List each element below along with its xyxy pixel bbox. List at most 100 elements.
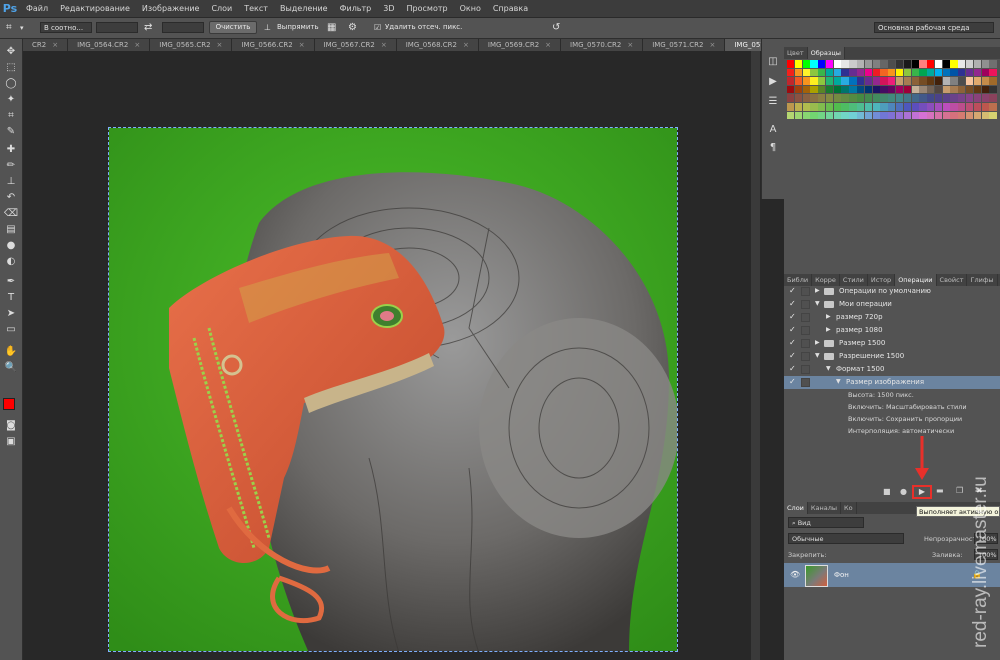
swatch[interactable]	[841, 102, 849, 111]
clone-stamp-tool-icon[interactable]: ⊥	[3, 175, 19, 189]
swatch[interactable]	[849, 111, 857, 120]
swatch[interactable]	[880, 111, 888, 120]
tab-color[interactable]: Цвет	[784, 47, 808, 59]
check-icon[interactable]: ✓	[789, 376, 798, 389]
menu-help[interactable]: Справка	[487, 0, 534, 17]
swatch[interactable]	[880, 60, 888, 68]
brush-tool-icon[interactable]: ✏	[3, 159, 19, 173]
swatch[interactable]	[911, 77, 919, 85]
swatch[interactable]	[973, 77, 982, 85]
swatch[interactable]	[825, 68, 834, 77]
swatch[interactable]	[833, 68, 841, 77]
swatch[interactable]	[934, 77, 943, 85]
swatch[interactable]	[833, 85, 841, 94]
swatch[interactable]	[818, 68, 826, 77]
overlay-grid-icon[interactable]: ▦	[327, 22, 336, 34]
swatch[interactable]	[965, 77, 974, 85]
swatch[interactable]	[864, 77, 873, 85]
shape-tool-icon[interactable]: ▭	[3, 323, 19, 337]
expand-icon[interactable]: ▶	[815, 337, 820, 350]
swatch[interactable]	[888, 102, 896, 111]
dialog-toggle[interactable]	[801, 339, 810, 348]
swatch[interactable]	[911, 85, 919, 94]
check-icon[interactable]: ✓	[789, 311, 798, 324]
swatch[interactable]	[895, 102, 904, 111]
swatch[interactable]	[888, 60, 896, 68]
swatch[interactable]	[927, 77, 935, 85]
swatch[interactable]	[903, 68, 911, 77]
swatch[interactable]	[825, 102, 834, 111]
swatch[interactable]	[895, 94, 904, 103]
swatch[interactable]	[895, 60, 904, 68]
swatch[interactable]	[810, 85, 818, 94]
type-tool-icon[interactable]: T	[3, 291, 19, 305]
expand-icon[interactable]: ▶	[815, 285, 820, 298]
swatch[interactable]	[934, 111, 943, 120]
swatch[interactable]	[880, 85, 888, 94]
menu-image[interactable]: Изображение	[136, 0, 206, 17]
swatch[interactable]	[825, 111, 834, 120]
eyedropper-tool-icon[interactable]: ✎	[3, 125, 19, 139]
swatch[interactable]	[802, 68, 810, 77]
tab-paths[interactable]: Ко	[841, 502, 857, 514]
swatch[interactable]	[810, 77, 818, 85]
swatch[interactable]	[973, 111, 982, 120]
swap-icon[interactable]: ⇄	[144, 22, 152, 34]
swatch[interactable]	[942, 111, 950, 120]
swatch[interactable]	[794, 60, 803, 68]
doc-tab[interactable]: IMG_0567.CR2 ×	[314, 39, 397, 51]
action-set-mine[interactable]: ✓ ▼ Мои операции	[784, 298, 1000, 311]
swatch[interactable]	[958, 85, 966, 94]
action-set[interactable]: ✓ ▼ Разрешение 1500	[784, 350, 1000, 363]
swatch[interactable]	[895, 68, 904, 77]
action-item[interactable]: ✓ ▶ размер 1080	[784, 324, 1000, 337]
swatch[interactable]	[818, 111, 826, 120]
swatch[interactable]	[787, 111, 795, 120]
menu-layers[interactable]: Слои	[205, 0, 238, 17]
doc-tab[interactable]: IMG_0564.CR2 ×	[68, 39, 151, 51]
stop-icon[interactable]: ■	[883, 487, 891, 496]
dodge-tool-icon[interactable]: ◐	[3, 255, 19, 269]
swatch[interactable]	[981, 102, 989, 111]
swatch[interactable]	[833, 60, 841, 68]
swatch[interactable]	[927, 102, 935, 111]
swatch[interactable]	[950, 68, 958, 77]
swatch[interactable]	[950, 77, 958, 85]
expand-icon[interactable]: ▶	[826, 311, 831, 324]
swatch[interactable]	[810, 68, 818, 77]
pen-tool-icon[interactable]: ✒	[3, 275, 19, 289]
swatch[interactable]	[857, 60, 865, 68]
swatch[interactable]	[818, 77, 826, 85]
swatch[interactable]	[989, 111, 997, 120]
swatch[interactable]	[864, 111, 873, 120]
swatch[interactable]	[872, 94, 880, 103]
close-icon[interactable]: ×	[217, 39, 223, 51]
swatch[interactable]	[903, 111, 911, 120]
canvas-scrollbar[interactable]	[751, 51, 760, 660]
collapse-icon[interactable]: ▼	[815, 350, 820, 363]
swatch[interactable]	[818, 85, 826, 94]
swatch[interactable]	[942, 85, 950, 94]
action-item[interactable]: ✓ ▼ Формат 1500	[784, 363, 1000, 376]
check-icon[interactable]: ✓	[789, 337, 798, 350]
swatch[interactable]	[864, 60, 873, 68]
swatch[interactable]	[981, 60, 989, 68]
move-tool-icon[interactable]: ✥	[3, 45, 19, 59]
adjustments-panel-icon[interactable]: ☰	[766, 95, 780, 109]
menu-type[interactable]: Текст	[238, 0, 274, 17]
menu-window[interactable]: Окно	[454, 0, 487, 17]
swatch[interactable]	[880, 68, 888, 77]
swatch[interactable]	[950, 85, 958, 94]
marquee-tool-icon[interactable]: ⬚	[3, 61, 19, 75]
dialog-toggle[interactable]	[801, 378, 810, 387]
swatch[interactable]	[973, 85, 982, 94]
swatch[interactable]	[802, 94, 810, 103]
swatch[interactable]	[825, 85, 834, 94]
swatch[interactable]	[942, 68, 950, 77]
menu-edit[interactable]: Редактирование	[54, 0, 136, 17]
swatch[interactable]	[942, 94, 950, 103]
swatch[interactable]	[787, 85, 795, 94]
swatch[interactable]	[950, 102, 958, 111]
path-selection-tool-icon[interactable]: ➤	[3, 307, 19, 321]
dialog-toggle[interactable]	[801, 352, 810, 361]
